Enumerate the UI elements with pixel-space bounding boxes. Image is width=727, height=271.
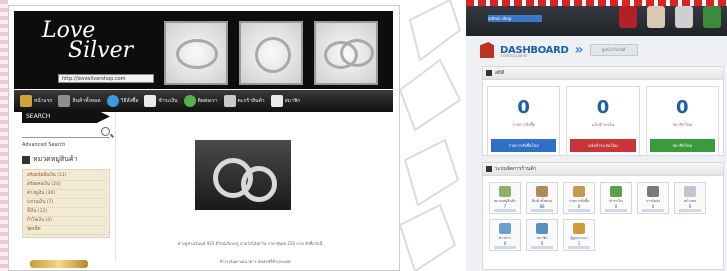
bag-icon <box>610 186 622 197</box>
advanced-search-link[interactable]: Advanced Search <box>22 142 110 148</box>
new-members-button[interactable]: สมาชิกใหม่ <box>649 139 715 152</box>
stat-value: 0 <box>517 97 530 118</box>
admin-user-name[interactable]: admin shop <box>488 15 542 22</box>
decorative-stripe <box>0 0 8 271</box>
tile-members[interactable]: สมาชิก 0 <box>526 219 558 251</box>
site-logo[interactable]: Love Silver <box>42 20 134 63</box>
ring-image-2 <box>239 21 303 85</box>
dashboard-icon <box>480 42 494 58</box>
cart-icon[interactable] <box>675 6 693 28</box>
nav-item-products[interactable]: สินค้าทั้งหมด <box>58 95 101 107</box>
card-icon <box>144 95 157 107</box>
tile-news[interactable]: ข่าวสาร 0 <box>489 219 521 251</box>
member-icon <box>536 223 548 234</box>
admin-top-icons <box>619 6 721 28</box>
house-icon <box>270 95 283 107</box>
tile-products[interactable]: สินค้าทั้งหมด 88 <box>526 182 558 214</box>
nav-item-home[interactable]: หน้าแรก <box>20 95 52 107</box>
tile-admins[interactable]: ผู้ดูแลระบบ 1 <box>563 219 595 251</box>
tile-pages[interactable]: หน้าเพจ 0 <box>674 182 706 214</box>
category-link[interactable]: สร้อยคอเงิน (24) <box>27 181 105 190</box>
stats-panel: สถิติ 0 รายการสั่งซื้อ รายการสั่งซื้อใหม… <box>482 66 724 156</box>
management-tiles: หมวดหมู่สินค้า 7 สินค้าทั้งหมด 88 รายการสั… <box>483 176 723 257</box>
tile-orders[interactable]: รายการสั่งซื้อ 0 <box>563 182 595 214</box>
tile-shipping[interactable]: การจัดส่ง 0 <box>637 182 669 214</box>
category-link[interactable]: ชุดเซ็ต <box>27 226 105 235</box>
category-link[interactable]: ต่างหูเงิน (30) <box>27 190 105 199</box>
new-orders-button[interactable]: รายการสั่งซื้อใหม่ <box>491 139 557 152</box>
tree-icon <box>499 186 511 197</box>
nav-item-payment[interactable]: ชำระเงิน <box>144 95 178 107</box>
tools-icon[interactable] <box>647 6 665 28</box>
search-input[interactable] <box>22 126 110 138</box>
category-link[interactable]: กำไลเงิน (4) <box>27 217 105 226</box>
category-link[interactable]: แหวนเงิน (7) <box>27 199 105 208</box>
tile-payments[interactable]: ชำระเงิน 0 <box>600 182 632 214</box>
news-icon <box>499 223 511 234</box>
admin-dashboard-screenshot: admin shop DASHBOARD » ดูหน้าเว็บไซต์ co… <box>466 0 727 271</box>
category-icon <box>22 155 30 164</box>
category-link[interactable]: จี้เงิน (12) <box>27 208 105 217</box>
stat-value: 0 <box>676 97 689 118</box>
box-icon <box>536 186 548 197</box>
main-nav-bar: หน้าแรก สินค้าทั้งหมด วิธีสั่งซื้อ ชำระเ… <box>14 90 393 112</box>
ring-image-3 <box>314 21 378 85</box>
management-panel: ระบบจัดการร้านค้า หมวดหมู่สินค้า 7 สินค้า… <box>482 162 724 270</box>
category-heading: หมวดหมู่สินค้า <box>22 154 110 165</box>
stat-label: รายการสั่งซื้อ <box>512 122 536 127</box>
nav-item-how-to-order[interactable]: วิธีสั่งซื้อ <box>106 95 138 107</box>
user-icon[interactable] <box>619 6 637 28</box>
watermark-area <box>400 0 465 271</box>
chart-icon <box>486 70 492 76</box>
ring-image-1 <box>164 21 228 85</box>
stat-label: แจ้งชำระเงิน <box>591 122 615 127</box>
store-icon <box>486 166 492 172</box>
page-icon <box>684 186 696 197</box>
nav-item-contact[interactable]: ติดต่อเรา <box>183 95 218 107</box>
new-payments-button[interactable]: แจ้งชำระเงินใหม่ <box>570 139 636 152</box>
stat-card-payments: 0 แจ้งชำระเงิน แจ้งชำระเงินใหม่ <box>566 86 640 156</box>
person-icon <box>223 95 236 107</box>
clipboard-icon <box>573 186 585 197</box>
category-link[interactable]: สร้อยข้อมือเงิน (11) <box>27 172 105 181</box>
globe-icon <box>183 95 196 107</box>
product-image-earrings[interactable] <box>195 140 291 210</box>
stat-value: 0 <box>596 97 610 118</box>
dashboard-subtitle: control panel <box>501 53 528 58</box>
nav-item-member[interactable]: สมาชิก <box>270 95 300 107</box>
stats-panel-header: สถิติ <box>483 67 723 80</box>
watermark-graphic <box>400 0 462 271</box>
management-panel-header: ระบบจัดการร้านค้า <box>483 163 723 176</box>
home-icon <box>20 95 32 107</box>
chevron-right-icon: » <box>574 42 584 58</box>
stat-card-members: 0 สมาชิกใหม่ สมาชิกใหม่ <box>645 86 719 156</box>
nav-item-cart[interactable]: ตะกร้าสินค้า <box>223 95 265 107</box>
cart-icon <box>58 95 71 107</box>
search-icon[interactable] <box>101 127 110 136</box>
site-header-banner: Love Silver http://lovesilvershop.com <box>14 11 393 89</box>
category-list: สร้อยข้อมือเงิน (11) สร้อยคอเงิน (24) ต่… <box>22 169 110 238</box>
tile-categories[interactable]: หมวดหมู่สินค้า 7 <box>489 182 521 214</box>
product-caption: ต่างหูห่วงเงินแท้ 925 ดีไซน์เรียบหรู สวม… <box>177 241 323 246</box>
globe-icon <box>106 95 119 107</box>
admin-icon <box>573 223 585 234</box>
logo-url: http://lovesilvershop.com <box>58 74 154 83</box>
stat-label: สมาชิกใหม่ <box>672 122 693 127</box>
gold-bracelet-image <box>30 260 88 268</box>
logo-line-2: Silver <box>68 38 134 63</box>
view-site-button[interactable]: ดูหน้าเว็บไซต์ <box>589 44 638 56</box>
logout-icon[interactable] <box>703 6 721 28</box>
product-caption-secondary: ชำระเงินผ่านธนาคาร จัดส่งฟรีทั่วประเทศ <box>219 259 291 264</box>
search-heading: SEARCH <box>22 110 110 123</box>
truck-icon <box>647 186 659 197</box>
sidebar: SEARCH Advanced Search หมวดหมู่สินค้า สร… <box>22 110 110 238</box>
stat-card-orders: 0 รายการสั่งซื้อ รายการสั่งซื้อใหม่ <box>487 86 561 156</box>
stats-row: 0 รายการสั่งซื้อ รายการสั่งซื้อใหม่ 0 แจ… <box>483 80 723 162</box>
